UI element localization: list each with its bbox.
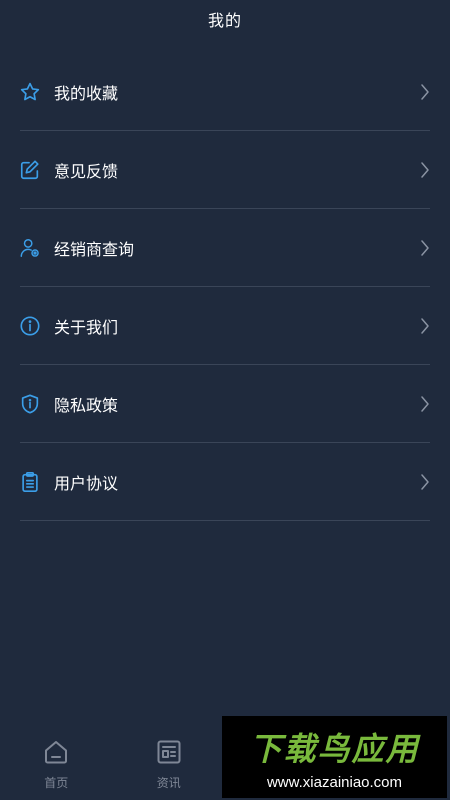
chevron-right-icon xyxy=(420,395,430,413)
watermark-url: www.xiazainiao.com xyxy=(266,773,403,791)
settings-menu: 我的收藏 意见反馈 经销商查询 关于我们 隐私政策 用户协议 xyxy=(0,53,450,521)
chevron-right-icon xyxy=(420,317,430,335)
menu-item-label: 用户协议 xyxy=(54,474,119,493)
shield-icon xyxy=(19,393,41,415)
home-icon xyxy=(42,738,70,766)
tab-home[interactable]: 首页 xyxy=(0,728,113,800)
dealer-search-icon xyxy=(19,237,41,259)
menu-item-about-us[interactable]: 关于我们 xyxy=(0,287,450,365)
chevron-right-icon xyxy=(420,239,430,257)
menu-item-privacy-policy[interactable]: 隐私政策 xyxy=(0,365,450,443)
chevron-right-icon xyxy=(420,473,430,491)
menu-item-label: 我的收藏 xyxy=(54,84,119,103)
top-header: 我的 xyxy=(0,0,450,38)
page-title: 我的 xyxy=(207,11,242,30)
menu-item-label: 经销商查询 xyxy=(54,240,135,259)
menu-item-feedback[interactable]: 意见反馈 xyxy=(0,131,450,209)
menu-item-label: 隐私政策 xyxy=(54,396,119,415)
clipboard-icon xyxy=(19,471,41,493)
menu-item-label: 关于我们 xyxy=(54,318,119,337)
menu-item-user-agreement[interactable]: 用户协议 xyxy=(0,443,450,521)
news-icon xyxy=(155,738,183,766)
watermark-logo: 下载鸟应用 www.xiazainiao.com xyxy=(222,716,447,798)
chevron-right-icon xyxy=(420,83,430,101)
chevron-right-icon xyxy=(420,161,430,179)
tab-label: 资讯 xyxy=(156,776,181,790)
menu-item-favorites[interactable]: 我的收藏 xyxy=(0,53,450,131)
tab-label: 首页 xyxy=(44,776,69,790)
edit-icon xyxy=(19,159,41,181)
menu-item-label: 意见反馈 xyxy=(54,162,119,181)
menu-item-dealer-search[interactable]: 经销商查询 xyxy=(0,209,450,287)
tab-news[interactable]: 资讯 xyxy=(113,728,226,800)
watermark-brand: 下载鸟应用 xyxy=(249,729,420,768)
info-icon xyxy=(19,315,41,337)
star-icon xyxy=(19,81,41,103)
